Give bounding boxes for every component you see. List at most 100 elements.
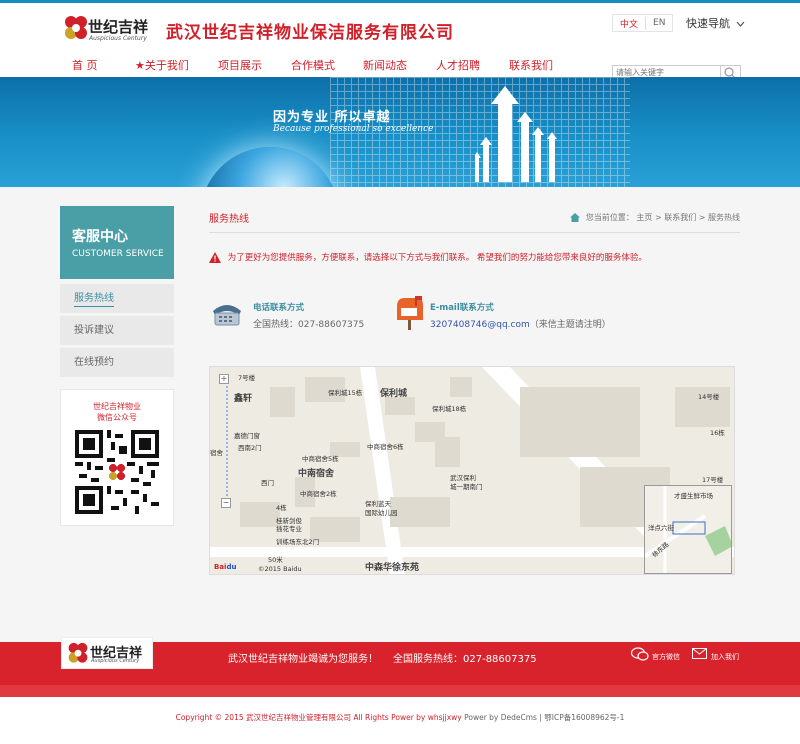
footer-wechat-link[interactable]: 官方微信 xyxy=(652,652,680,662)
map-label: 鑫轩 xyxy=(234,394,253,404)
nav-news[interactable]: 新闻动态 xyxy=(363,57,436,73)
logo-subtext: Auspicious Century xyxy=(89,35,147,42)
sidebar: 客服中心 CUSTOMER SERVICE 服务热线 投诉建议 在线预约 xyxy=(60,206,174,377)
zoom-out-button[interactable]: − xyxy=(221,498,231,508)
map-label: 国际幼儿园 xyxy=(365,509,398,517)
map-label: 7号楼 xyxy=(238,374,256,382)
map-copyright: ©2015 Baidu xyxy=(258,565,302,573)
map-label: 保利城18栋 xyxy=(432,405,467,413)
mail-icon xyxy=(692,648,707,659)
chevron-down-icon xyxy=(736,21,744,27)
qr-caption-2: 微信公众号 xyxy=(97,413,137,422)
map-label: 训练场东北2门 xyxy=(276,538,320,546)
map-label: 中森华徐东苑 xyxy=(365,563,420,573)
home-icon xyxy=(570,213,581,222)
map-label: 中南宿舍 xyxy=(298,469,335,479)
banner-slogan: 因为专业 所以卓越 xyxy=(273,110,391,125)
map-label: 中商宿舍2栋 xyxy=(300,490,337,498)
footer-join-link[interactable]: 加入我们 xyxy=(711,652,739,662)
map-label: 保利城 xyxy=(380,389,408,399)
email-contact: E-mail联系方式 3207408746@qq.com（来信主题请注明） xyxy=(430,301,611,330)
quick-nav-menu[interactable]: 快速导航 xyxy=(686,15,745,31)
sidebar-title: 客服中心 xyxy=(72,229,128,245)
sidebar-item-booking[interactable]: 在线预约 xyxy=(60,348,174,377)
footer-logo-subtext: Auspicious Century xyxy=(91,658,140,664)
map-label: 14号楼 xyxy=(698,393,720,401)
zoom-controls: + xyxy=(219,374,237,434)
sidebar-item-label: 服务热线 xyxy=(74,293,114,307)
breadcrumb: 您当前位置： 主页 > 联系我们 > 服务热线 xyxy=(570,212,740,223)
zoom-in-button[interactable]: + xyxy=(219,374,229,384)
email-link[interactable]: 3207408746@qq.com xyxy=(430,320,530,330)
notice-text-row: 为了更好为您提供服务，方便联系，请选择以下方式与我们联系。 希望我们的努力能给您… xyxy=(209,251,647,263)
nav-projects[interactable]: 项目展示 xyxy=(218,57,291,73)
sidebar-subtitle: CUSTOMER SERVICE xyxy=(72,249,164,259)
footer-hotline: 全国服务热线：027-88607375 xyxy=(393,654,537,665)
email-note: （来信主题请注明） xyxy=(529,320,611,330)
map-label: 宿舍 xyxy=(210,449,223,457)
map-label: 洋点六街 xyxy=(648,524,674,532)
map-label: 才盛生鲜市场 xyxy=(674,492,713,500)
nav-home[interactable]: 首 页 xyxy=(72,57,135,73)
baidu-logo: Baidu xyxy=(214,563,237,571)
minimap[interactable]: 才盛生鲜市场 洋点六街 徐东路 xyxy=(644,485,732,574)
map-label: 西南2门 xyxy=(238,444,262,452)
baidu-map[interactable]: + − 保利城15栋 保利城 保利城18栋 14号楼 16栋 中商宿舍6栋 中商… xyxy=(209,366,735,575)
copyright-powered: Power by DedeCms | 鄂ICP备16008962号-1 xyxy=(464,713,625,722)
main-nav: 首 页 ★关于我们 项目展示 合作模式 新闻动态 人才招聘 联系我们 xyxy=(72,57,569,73)
nav-contact[interactable]: 联系我们 xyxy=(509,57,569,73)
warning-icon xyxy=(209,252,221,263)
qr-caption-1: 世纪吉祥物业 xyxy=(93,402,141,411)
phone-contact: 电话联系方式 全国热线：027-88607375 xyxy=(253,301,364,330)
section-title: 服务热线 xyxy=(209,214,249,225)
breadcrumb-text: 您当前位置： 主页 > 联系我们 > 服务热线 xyxy=(585,213,740,222)
sidebar-item-label: 投诉建议 xyxy=(74,325,114,336)
nav-about[interactable]: ★关于我们 xyxy=(135,57,218,73)
sidebar-item-label: 在线预约 xyxy=(74,357,114,368)
logo-mark-icon xyxy=(68,642,88,663)
map-label: 嘉德门窗 xyxy=(234,432,260,440)
map-label: 中商宿舍5栋 xyxy=(302,455,339,463)
footer-slogan: 武汉世纪吉祥物业竭诚为您服务！ xyxy=(228,654,378,665)
wechat-icon xyxy=(631,647,649,661)
footer-strip xyxy=(0,685,800,697)
map-label: 西门 xyxy=(261,479,274,487)
map-scale: 50米 xyxy=(268,556,283,564)
wechat-qr-card: 世纪吉祥物业 微信公众号 xyxy=(60,389,174,526)
map-label: 保利城15栋 xyxy=(328,389,363,397)
phone-title: 电话联系方式 xyxy=(253,303,305,313)
map-label: 插花专业 xyxy=(276,525,302,533)
banner-slogan-en: Because professional so excellence xyxy=(273,124,434,134)
notice-text: 为了更好为您提供服务，方便联系，请选择以下方式与我们联系。 希望我们的努力能给您… xyxy=(227,253,647,263)
hero-banner: 因为专业 所以卓越 Because professional so excell… xyxy=(0,77,800,187)
copyright: Copyright © 2015 武汉世纪吉祥物业管理有限公司 All Righ… xyxy=(0,712,800,723)
copyright-main: Copyright © 2015 武汉世纪吉祥物业管理有限公司 All Righ… xyxy=(175,713,462,722)
logo-text: 世纪吉祥 xyxy=(88,18,149,36)
email-title: E-mail联系方式 xyxy=(430,303,494,313)
footer-logo[interactable]: 世纪吉祥 Auspicious Century xyxy=(61,637,153,669)
sidebar-header: 客服中心 CUSTOMER SERVICE xyxy=(60,206,174,279)
content-area: 客服中心 CUSTOMER SERVICE 服务热线 投诉建议 在线预约 世纪吉… xyxy=(0,187,800,642)
nav-careers[interactable]: 人才招聘 xyxy=(436,57,509,73)
map-label: 16栋 xyxy=(710,429,725,437)
site-logo[interactable]: 世纪吉祥 Auspicious Century xyxy=(62,14,157,46)
growth-arrows-icon xyxy=(475,86,557,182)
nav-cooperation[interactable]: 合作模式 xyxy=(291,57,363,73)
sidebar-item-complaints[interactable]: 投诉建议 xyxy=(60,316,174,345)
map-label: 17号楼 xyxy=(702,476,724,484)
map-label: 4栋 xyxy=(276,504,287,512)
company-name: 武汉世纪吉祥物业保洁服务有限公司 xyxy=(166,23,454,43)
lang-chinese-link[interactable]: 中文 xyxy=(613,16,647,30)
title-divider xyxy=(209,232,740,233)
globe-graphic xyxy=(200,147,340,187)
quick-nav-label: 快速导航 xyxy=(686,17,730,30)
logo-mark-icon xyxy=(65,16,87,39)
map-label: 中商宿舍6栋 xyxy=(367,443,404,451)
telephone-icon xyxy=(213,305,241,326)
sidebar-item-hotline[interactable]: 服务热线 xyxy=(60,284,174,313)
phone-value: 全国热线：027-88607375 xyxy=(253,320,365,330)
language-switch: 中文 EN xyxy=(612,14,674,32)
qr-code-image xyxy=(75,430,159,514)
lang-english-link[interactable]: EN xyxy=(646,18,672,28)
mailbox-icon xyxy=(397,296,423,330)
